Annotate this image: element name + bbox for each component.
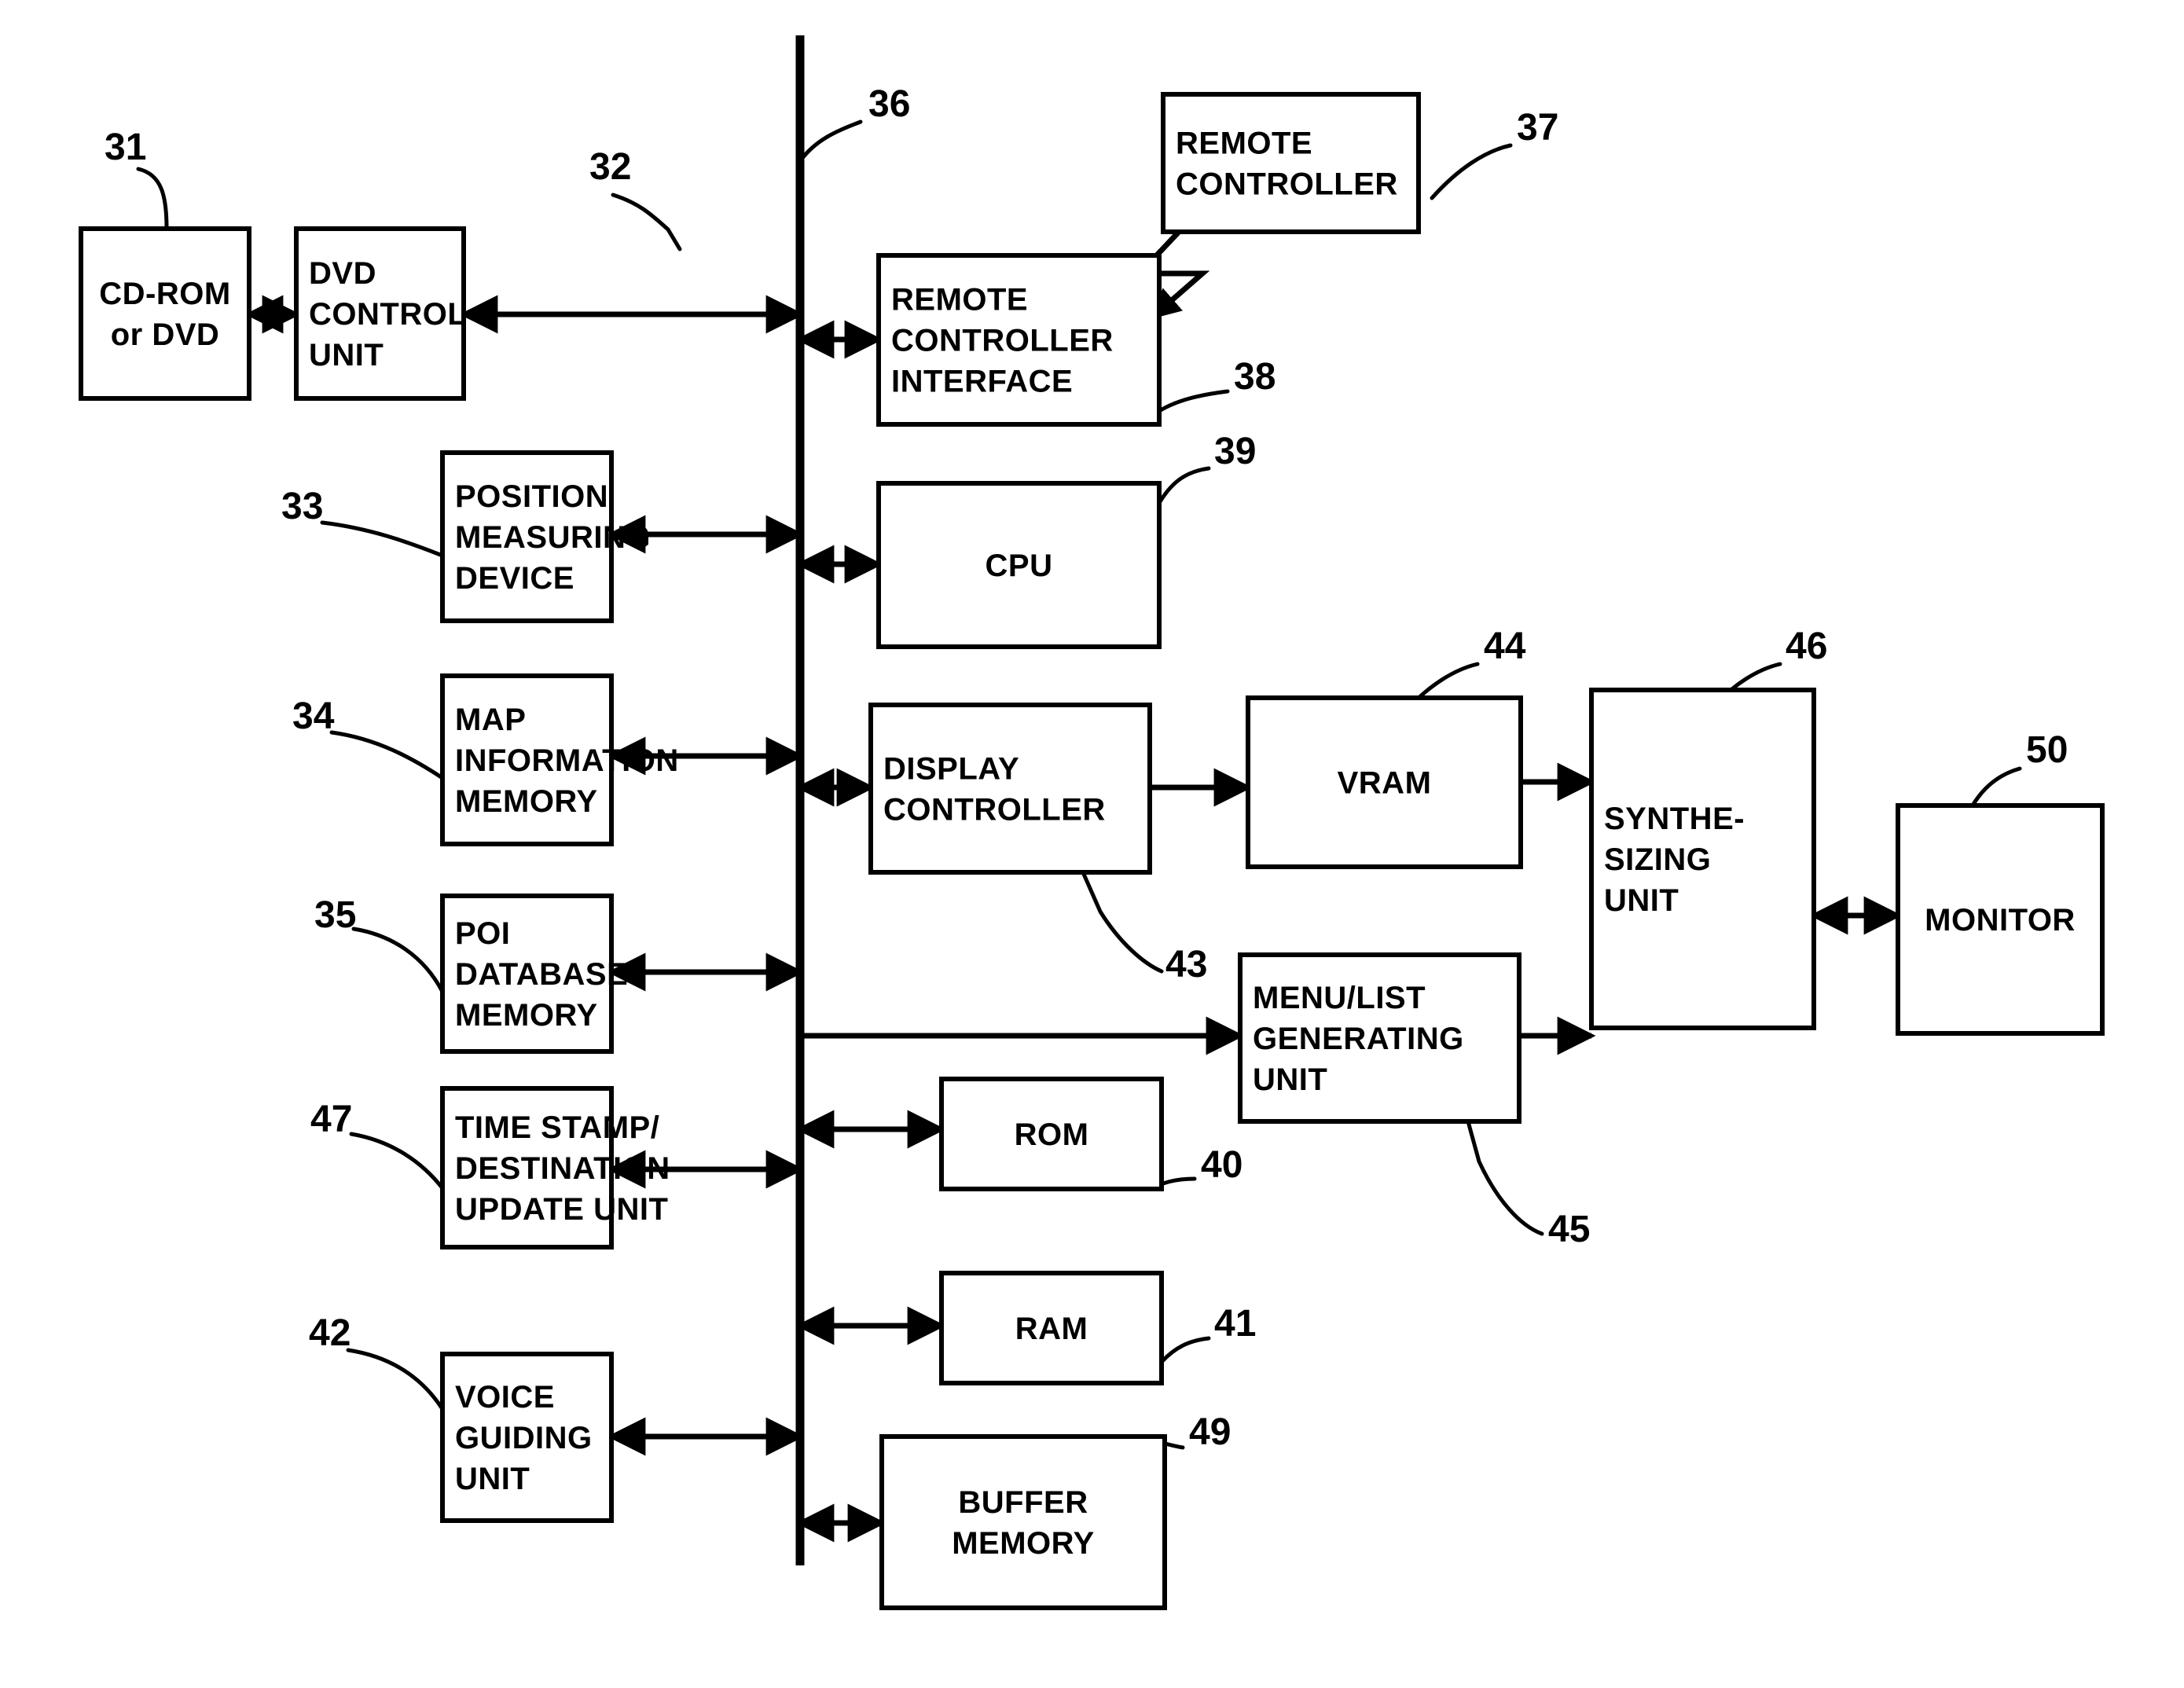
- block-label-voice_guide: GUIDING: [455, 1421, 593, 1455]
- block-label-voice_guide: UNIT: [455, 1462, 530, 1496]
- block-synth_unit[interactable]: SYNTHE- SIZING UNIT: [1589, 688, 1816, 1030]
- block-label-ram: RAM: [1015, 1312, 1088, 1346]
- block-monitor[interactable]: MONITOR: [1896, 803, 2105, 1036]
- reference-numeral-31: 31: [105, 127, 146, 168]
- block-label-time_stamp: DESTINATION: [455, 1151, 670, 1186]
- block-cpu[interactable]: CPU: [876, 481, 1162, 649]
- reference-numeral-46: 46: [1786, 626, 1827, 667]
- block-label-rom: ROM: [1015, 1117, 1089, 1152]
- block-label-monitor: MONITOR: [1925, 903, 2076, 938]
- block-shapes: CD-ROM or DVD DVD CONTROL UNIT POSITION MEASUR…: [79, 92, 2105, 1610]
- block-disp_ctrl[interactable]: DISPLAY CONTROLLER: [868, 703, 1152, 875]
- block-label-remote_if: INTERFACE: [891, 365, 1073, 399]
- reference-numeral-37: 37: [1517, 107, 1558, 149]
- block-label-dvd_ctrl: CONTROL: [309, 297, 467, 332]
- block-rom[interactable]: ROM: [939, 1077, 1164, 1191]
- block-label-poi_db: MEMORY: [455, 998, 598, 1033]
- block-outline-buffer_mem: [879, 1434, 1167, 1610]
- block-time_stamp[interactable]: TIME STAMP/DESTINATION UPDATE UNIT: [440, 1086, 670, 1249]
- reference-numeral-44: 44: [1484, 626, 1526, 667]
- reference-numeral-39: 39: [1214, 431, 1256, 472]
- block-label-vram: VRAM: [1338, 766, 1432, 801]
- block-label-menu_list: UNIT: [1253, 1062, 1327, 1097]
- reference-numeral-45: 45: [1548, 1209, 1590, 1250]
- block-label-cpu: CPU: [986, 549, 1053, 583]
- block-voice_guide[interactable]: VOICE GUIDING UNIT: [440, 1352, 614, 1523]
- reference-numeral-33: 33: [281, 486, 323, 527]
- block-label-pos_meas: DEVICE: [455, 561, 574, 596]
- reference-numeral-50: 50: [2026, 729, 2068, 771]
- leader-line-41: [1159, 1336, 1211, 1364]
- block-pos_meas[interactable]: POSITION MEASURING DEVICE: [440, 450, 651, 623]
- block-label-poi_db: DATABASE: [455, 957, 628, 992]
- block-label-pos_meas: POSITION: [455, 479, 608, 514]
- reference-numeral-42: 42: [309, 1312, 351, 1354]
- block-label-time_stamp: UPDATE UNIT: [455, 1192, 668, 1227]
- leader-line-38: [1157, 389, 1230, 413]
- block-label-synth_unit: UNIT: [1604, 883, 1679, 918]
- block-diagram: CD-ROM or DVD DVD CONTROL UNIT POSITION MEASUR…: [79, 35, 2105, 1610]
- leader-line-37: [1430, 143, 1513, 200]
- leader-line-36: [798, 119, 863, 163]
- leader-line-45: [1466, 1119, 1544, 1236]
- reference-numeral-38: 38: [1234, 356, 1276, 398]
- block-label-voice_guide: VOICE: [455, 1380, 555, 1415]
- block-label-disp_ctrl: DISPLAY: [883, 752, 1019, 787]
- block-poi_db[interactable]: POI DATABASE MEMORY: [440, 894, 628, 1054]
- block-label-dvd_ctrl: UNIT: [309, 338, 384, 372]
- reference-numeral-32: 32: [589, 146, 631, 188]
- block-remote_if[interactable]: REMOTE CONTROLLER INTERFACE: [876, 253, 1162, 427]
- leader-line-39: [1157, 466, 1211, 505]
- block-ram[interactable]: RAM: [939, 1271, 1164, 1385]
- block-label-disp_ctrl: CONTROLLER: [883, 793, 1106, 827]
- leader-line-42: [346, 1348, 445, 1411]
- block-remote_ctrl[interactable]: REMOTE CONTROLLER: [1161, 92, 1421, 234]
- block-label-dvd_ctrl: DVD: [309, 256, 376, 291]
- reference-numeral-43: 43: [1165, 944, 1207, 985]
- reference-numeral-41: 41: [1214, 1303, 1256, 1345]
- block-dvd_ctrl[interactable]: DVD CONTROL UNIT: [294, 226, 467, 401]
- leader-line-35: [351, 927, 445, 994]
- block-cd_rom[interactable]: CD-ROM or DVD: [79, 226, 251, 401]
- block-map_mem[interactable]: MAP INFORMATION MEMORY: [440, 673, 679, 846]
- reference-numeral-35: 35: [314, 894, 356, 936]
- block-label-remote_ctrl: CONTROLLER: [1176, 167, 1398, 202]
- block-label-time_stamp: TIME STAMP/: [455, 1110, 659, 1145]
- leader-line-33: [320, 520, 445, 558]
- block-label-map_mem: MAP: [455, 703, 526, 737]
- leader-line-34: [329, 730, 445, 780]
- reference-numeral-40: 40: [1201, 1144, 1242, 1186]
- block-label-buffer_mem: MEMORY: [952, 1526, 1095, 1561]
- block-menu_list[interactable]: MENU/LIST GENERATING UNIT: [1238, 952, 1521, 1124]
- block-label-remote_if: CONTROLLER: [891, 324, 1114, 358]
- block-label-poi_db: POI: [455, 916, 510, 951]
- leader-line-50: [1970, 766, 2022, 808]
- block-outline-disp_ctrl: [868, 703, 1152, 875]
- block-label-remote_ctrl: REMOTE: [1176, 127, 1312, 161]
- reference-numeral-47: 47: [310, 1099, 352, 1140]
- block-label-remote_if: REMOTE: [891, 283, 1028, 317]
- leader-line-43: [1081, 870, 1164, 974]
- block-label-menu_list: GENERATING: [1253, 1022, 1464, 1056]
- block-outline-cd_rom: [79, 226, 251, 401]
- block-buffer_mem[interactable]: BUFFER MEMORY: [879, 1434, 1167, 1610]
- block-vram[interactable]: VRAM: [1246, 695, 1523, 869]
- leader-line-32: [611, 193, 682, 251]
- reference-numeral-49: 49: [1189, 1411, 1231, 1453]
- block-label-cd_rom: CD-ROM: [99, 277, 230, 311]
- block-label-synth_unit: SYNTHE-: [1604, 802, 1745, 836]
- block-label-menu_list: MENU/LIST: [1253, 981, 1426, 1015]
- block-label-pos_meas: MEASURING: [455, 520, 651, 555]
- block-label-map_mem: INFORMATION: [455, 743, 679, 778]
- figure-canvas: CD-ROM or DVD DVD CONTROL UNIT POSITION MEASUR…: [0, 0, 2184, 1688]
- block-label-synth_unit: SIZING: [1604, 842, 1711, 877]
- block-label-cd_rom: or DVD: [111, 317, 220, 352]
- block-outline-remote_ctrl: [1161, 92, 1421, 234]
- reference-numeral-34: 34: [292, 695, 335, 737]
- block-label-buffer_mem: BUFFER: [958, 1485, 1088, 1520]
- reference-numeral-36: 36: [868, 83, 910, 125]
- block-label-map_mem: MEMORY: [455, 784, 598, 819]
- leader-line-47: [349, 1132, 445, 1191]
